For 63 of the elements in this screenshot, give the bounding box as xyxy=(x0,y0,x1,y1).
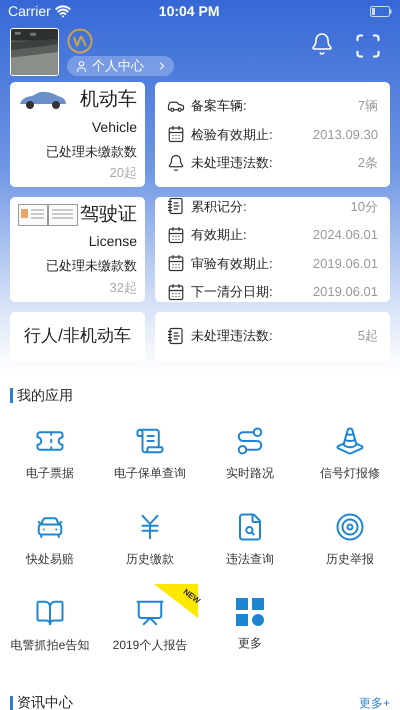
info-label: 未处理违法数: xyxy=(191,154,273,172)
info-label: 累积记分: xyxy=(191,198,247,216)
card-count: 20起 xyxy=(110,164,137,182)
card-title: 机动车 xyxy=(80,88,137,112)
battery-icon xyxy=(370,6,392,16)
card-caption: 已处理未缴款数 xyxy=(46,142,137,160)
notifications-icon[interactable] xyxy=(310,32,334,56)
info-value: 2024.06.01 xyxy=(312,226,378,244)
info-value: 5起 xyxy=(358,327,378,346)
info-label: 有效期止: xyxy=(191,226,247,244)
app-item[interactable]: 电警抓拍e告知 xyxy=(0,584,100,670)
app-item[interactable]: 历史缴款 xyxy=(100,498,200,584)
section-title: 我的应用 xyxy=(17,386,73,404)
info-value: 2013.09.30 xyxy=(312,126,378,144)
user-icon xyxy=(75,60,88,72)
info-label: 检验有效期止: xyxy=(191,126,273,144)
app-item[interactable]: 历史举报 xyxy=(300,498,400,584)
app-item[interactable]: 更多 xyxy=(200,584,300,670)
status-time: 10:04 PM xyxy=(158,2,220,20)
info-value: 2019.06.01 xyxy=(312,283,378,301)
more-link[interactable]: 更多+ xyxy=(358,696,390,710)
grid-icon xyxy=(236,598,264,626)
app-item[interactable]: 快处易赔 xyxy=(0,498,100,584)
card-count: 32起 xyxy=(110,278,137,296)
card-subtitle: Vehicle xyxy=(92,118,137,136)
category-card[interactable]: 机动车 Vehicle 已处理未缴款数 20起 xyxy=(10,82,145,186)
app-item[interactable]: 电子保单查询 xyxy=(100,412,200,498)
category-card[interactable]: 驾驶证 License 已处理未缴款数 32起 xyxy=(10,196,145,302)
license-card-icon xyxy=(18,204,78,226)
app-item[interactable]: 信号灯报修 xyxy=(300,412,400,498)
row-icon xyxy=(167,254,185,272)
section-title: 资讯中心 xyxy=(17,695,73,710)
row-icon xyxy=(167,226,185,244)
app-icon xyxy=(335,426,365,456)
app-icon xyxy=(235,426,265,456)
info-value: 2019.06.01 xyxy=(312,254,378,272)
row-icon xyxy=(167,327,185,345)
row-icon xyxy=(167,282,185,301)
info-label: 审验有效期止: xyxy=(191,254,273,272)
info-label: 备案车辆: xyxy=(191,97,247,115)
info-label: 未处理违法数: xyxy=(191,327,273,346)
row-icon xyxy=(167,197,185,216)
wifi-icon xyxy=(54,3,71,19)
app-item[interactable]: 违法查询 xyxy=(200,498,300,584)
info-value: 10分 xyxy=(350,198,378,216)
app-icon xyxy=(335,512,365,542)
info-value: 7辆 xyxy=(358,97,378,115)
row-icon xyxy=(167,154,185,172)
row-icon xyxy=(167,125,185,144)
card-caption: 已处理未缴款数 xyxy=(46,257,137,275)
section-marker xyxy=(10,696,13,710)
badge-logo-icon xyxy=(67,28,93,54)
category-card[interactable]: 行人/非机动车 xyxy=(10,312,145,360)
app-item[interactable]: 实时路况 xyxy=(200,412,300,498)
info-label: 下一清分日期: xyxy=(191,283,273,301)
card-title: 行人/非机动车 xyxy=(24,325,131,348)
card-title: 驾驶证 xyxy=(80,202,137,226)
section-marker xyxy=(10,388,13,402)
carrier-label: Carrier xyxy=(8,2,51,20)
info-value: 2条 xyxy=(358,154,378,172)
scan-icon[interactable] xyxy=(354,32,382,60)
card-subtitle: License xyxy=(88,232,137,251)
app-item[interactable]: 电子票据 xyxy=(0,412,100,498)
